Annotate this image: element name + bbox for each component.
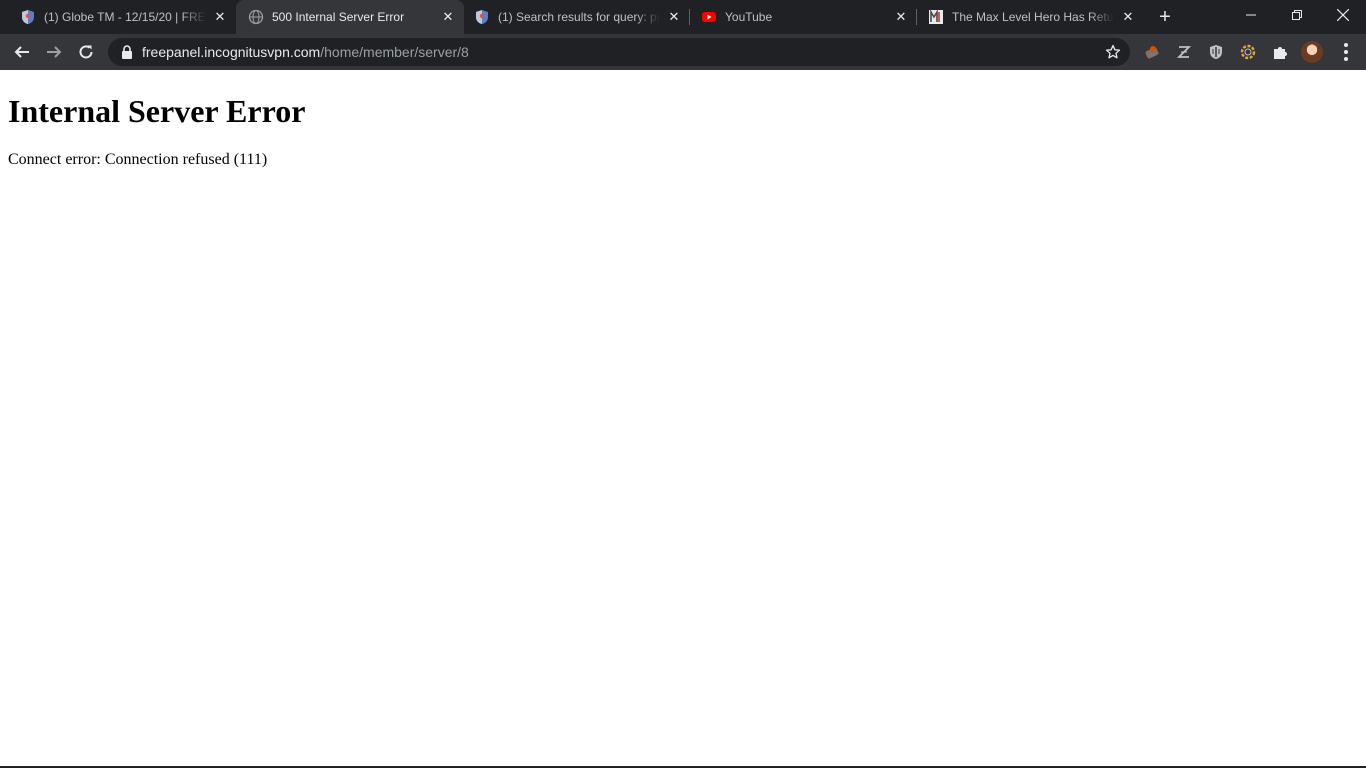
minimize-button[interactable] (1228, 0, 1274, 30)
url-path: /home/member/server/8 (320, 44, 469, 60)
tab-title: (1) Search results for query: pisonet (498, 10, 660, 24)
shield-logo-icon (474, 9, 490, 25)
gear-extension-icon[interactable] (1237, 41, 1259, 63)
close-icon[interactable]: ✕ (440, 9, 456, 25)
close-icon[interactable]: ✕ (212, 9, 228, 25)
forward-button[interactable] (40, 38, 68, 66)
tab-search-results[interactable]: (1) Search results for query: pisonet ✕ (462, 0, 690, 34)
close-window-button[interactable] (1320, 0, 1366, 30)
back-button[interactable] (8, 38, 36, 66)
lock-icon[interactable] (120, 45, 134, 59)
profile-avatar[interactable] (1301, 41, 1323, 63)
forward-arrow-icon (47, 46, 62, 58)
youtube-icon (701, 9, 717, 25)
menu-dot (1344, 50, 1348, 54)
tab-title: YouTube (725, 10, 773, 24)
new-tab-button[interactable]: + (1153, 5, 1177, 29)
back-arrow-icon (14, 46, 29, 58)
page-content: Internal Server Error Connect error: Con… (0, 70, 1366, 768)
minimize-icon (1246, 14, 1256, 16)
reload-icon (79, 45, 93, 59)
address-bar[interactable]: freepanel.incognitusvpn.com/home/member/… (108, 38, 1130, 66)
menu-dot (1344, 43, 1348, 47)
restore-button[interactable] (1274, 0, 1320, 30)
close-window-icon (1337, 9, 1349, 21)
tab-globe-tm[interactable]: (1) Globe TM - 12/15/20 | FREE ✕ (8, 0, 236, 34)
menu-dot (1344, 57, 1348, 61)
tab-title: (1) Globe TM - 12/15/20 | FREE (44, 10, 206, 24)
close-icon[interactable]: ✕ (893, 9, 909, 25)
puzzle-icon[interactable] (1269, 41, 1291, 63)
reload-button[interactable] (72, 38, 100, 66)
browser-toolbar: freepanel.incognitusvpn.com/home/member/… (0, 34, 1366, 70)
restore-icon (1292, 10, 1302, 20)
error-heading: Internal Server Error (8, 93, 306, 129)
close-icon[interactable]: ✕ (1120, 9, 1136, 25)
z-extension-icon[interactable] (1173, 41, 1195, 63)
tab-strip: (1) Globe TM - 12/15/20 | FREE ✕ 500 Int… (0, 0, 1366, 34)
manga-site-icon (928, 9, 944, 25)
tab-internal-server-error[interactable]: 500 Internal Server Error ✕ (236, 0, 464, 34)
error-message: Connect error: Connection refused (111) (8, 151, 268, 168)
shield-logo-icon (20, 9, 36, 25)
game-extension-icon[interactable] (1141, 41, 1163, 63)
url-host: freepanel.incognitusvpn.com (142, 44, 321, 60)
url-text[interactable]: freepanel.incognitusvpn.com/home/member/… (142, 44, 469, 60)
tab-title: 500 Internal Server Error (272, 10, 405, 24)
tab-youtube[interactable]: YouTube ✕ (689, 0, 917, 34)
bookmark-star-icon[interactable] (1104, 43, 1122, 61)
tab-max-level-hero[interactable]: The Max Level Hero Has Returned ✕ (916, 0, 1144, 34)
close-icon[interactable]: ✕ (666, 9, 682, 25)
shield-extension-icon[interactable] (1205, 41, 1227, 63)
globe-icon (248, 9, 264, 25)
tab-title: The Max Level Hero Has Returned (952, 10, 1114, 24)
browser-menu-button[interactable] (1334, 40, 1358, 64)
